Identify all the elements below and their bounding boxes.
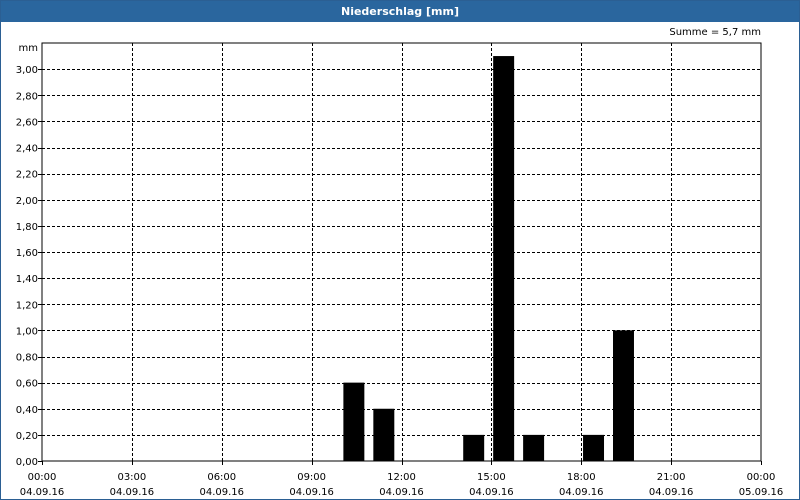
y-tick-label: 2,40 bbox=[16, 144, 38, 155]
x-tick-label-time: 12:00 bbox=[387, 472, 416, 483]
x-tick-label-date: 04.09.16 bbox=[110, 487, 155, 498]
x-tick-label-time: 06:00 bbox=[207, 472, 236, 483]
y-tick-label: 0,40 bbox=[16, 405, 38, 416]
y-tick-label: 1,80 bbox=[16, 222, 38, 233]
x-tick-label-time: 18:00 bbox=[567, 472, 596, 483]
x-tick-label-date: 04.09.16 bbox=[469, 487, 514, 498]
x-tick-label-date: 04.09.16 bbox=[559, 487, 604, 498]
y-tick-label: 1,00 bbox=[16, 326, 38, 337]
precipitation-bar bbox=[583, 434, 605, 461]
y-tick-label: 2,80 bbox=[16, 91, 38, 102]
y-tick-label: 0,20 bbox=[16, 431, 38, 442]
precipitation-bar bbox=[613, 330, 634, 461]
x-tick-label-time: 00:00 bbox=[28, 472, 57, 483]
y-tick-label: 0,60 bbox=[16, 379, 38, 390]
y-tick-label: 2,00 bbox=[16, 196, 38, 207]
precipitation-bar bbox=[493, 56, 515, 461]
x-tick-label-time: 15:00 bbox=[477, 472, 506, 483]
y-axis-unit: mm bbox=[19, 43, 38, 54]
y-tick-label: 1,40 bbox=[16, 274, 38, 285]
x-tick-label-date: 04.09.16 bbox=[289, 487, 334, 498]
x-tick-label-date: 04.09.16 bbox=[379, 487, 424, 498]
x-tick-label-date: 04.09.16 bbox=[199, 487, 244, 498]
x-tick-label-time: 09:00 bbox=[297, 472, 326, 483]
x-tick-label-date: 04.09.16 bbox=[20, 487, 65, 498]
x-tick-label-time: 00:00 bbox=[747, 472, 776, 483]
x-tick-label-date: 05.09.16 bbox=[739, 487, 784, 498]
precipitation-chart: 0,00 0,20 0,40 0,60 0,80 1,00 1,20 1,40 1,60 1,80… bbox=[16, 42, 784, 498]
chart-window: Niederschlag [mm] Summe = 5,7 mm 0,00 0,2… bbox=[0, 0, 800, 500]
precipitation-bar bbox=[373, 408, 395, 461]
x-tick-label-time: 03:00 bbox=[117, 472, 146, 483]
y-tick-label: 1,60 bbox=[16, 248, 38, 259]
precipitation-bar bbox=[343, 382, 365, 461]
y-tick-label: 2,60 bbox=[16, 117, 38, 128]
y-tick-label: 0,80 bbox=[16, 353, 38, 364]
y-tick-label: 2,20 bbox=[16, 170, 38, 181]
precipitation-bar bbox=[463, 434, 485, 461]
x-tick-label-time: 21:00 bbox=[657, 472, 686, 483]
y-tick-label: 0,00 bbox=[16, 457, 38, 468]
precipitation-bar bbox=[523, 434, 545, 461]
x-tick-label-date: 04.09.16 bbox=[649, 487, 694, 498]
y-tick-label: 1,20 bbox=[16, 300, 38, 311]
y-tick-label: 3,00 bbox=[16, 65, 38, 76]
